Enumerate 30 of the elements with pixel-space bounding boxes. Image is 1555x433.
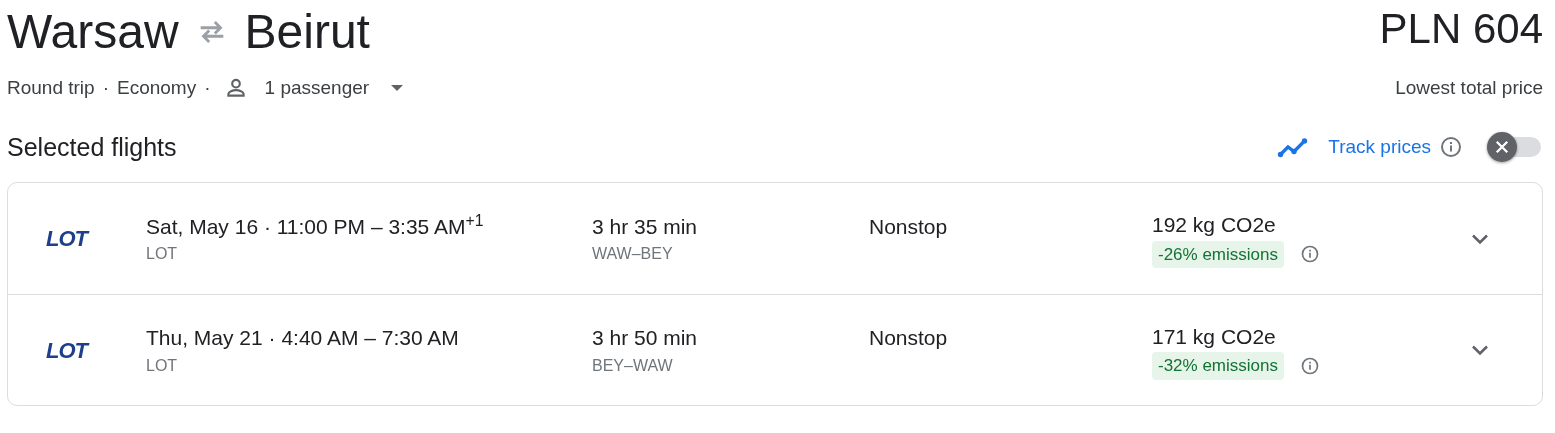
emissions: 192 kg CO2e — [1152, 212, 1277, 238]
emissions: 171 kg CO2e — [1152, 323, 1277, 350]
origin-city: Warsaw — [7, 8, 179, 56]
info-icon — [1300, 244, 1320, 265]
separator-dot: · — [102, 76, 109, 100]
caret-icon — [391, 85, 404, 92]
info-icon — [1300, 355, 1320, 376]
emissions-badge: -26% emissions — [1152, 240, 1284, 268]
flight-times: Sat, May 16 · 11:00 PM – 3:35 AM$^{+1}$ — [146, 210, 485, 240]
track-prices-button[interactable]: Track prices — [1276, 129, 1431, 166]
emissions-badge: -32% emissions — [1152, 352, 1284, 380]
airline-name: LOT — [146, 355, 179, 376]
separator-dot: · — [204, 76, 211, 100]
price-caption: Lowest total price — [1395, 76, 1543, 100]
track-prices-toggle[interactable] — [1487, 132, 1543, 163]
stops: Nonstop — [869, 325, 949, 352]
flight-times: Thu, May 21 · 4:40 AM – 7:30 AM — [146, 325, 460, 352]
info-icon — [1439, 135, 1463, 160]
section-title: Selected flights — [7, 131, 177, 163]
airline-name: LOT — [146, 244, 179, 265]
trip-option: Economy — [117, 74, 197, 103]
flight-duration: 3 hr 50 min — [592, 325, 699, 352]
airport-codes: WAW–BEY — [592, 244, 674, 265]
passenger-dropdown[interactable]: 1 passenger — [222, 74, 404, 103]
stops: Nonstop — [869, 213, 949, 240]
airport-codes: BEY–WAW — [592, 355, 674, 376]
total-price: PLN 604 — [1379, 8, 1543, 50]
destination-city: Beirut — [244, 8, 370, 56]
flight-duration: 3 hr 35 min — [592, 213, 699, 240]
trip-option: Round trip — [7, 74, 95, 103]
